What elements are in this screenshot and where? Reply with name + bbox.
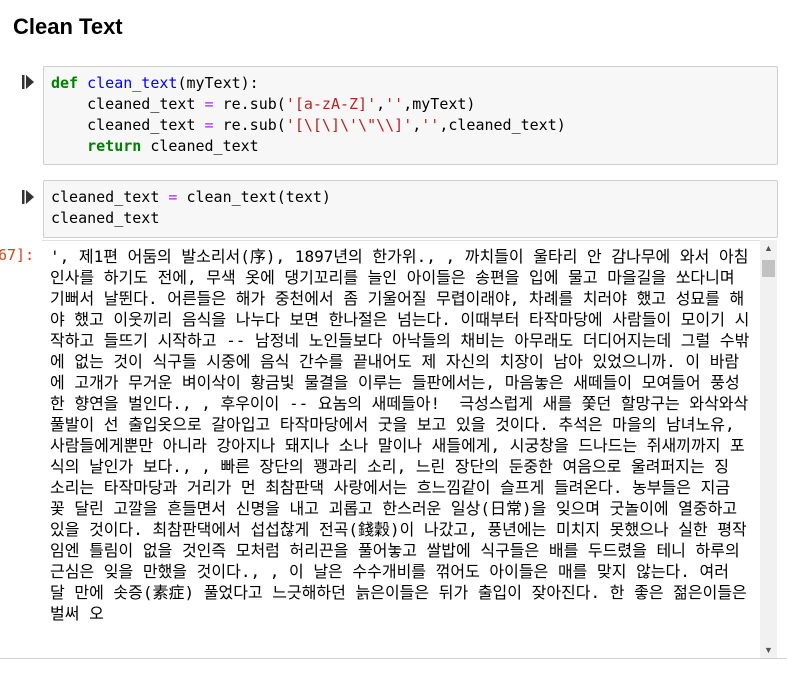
- page-title: Clean Text: [13, 14, 123, 39]
- code-text: ,: [412, 116, 422, 134]
- keyword-return: return: [51, 137, 142, 155]
- string-literal: '': [421, 116, 440, 134]
- scroll-up-arrow-icon[interactable]: ▲: [764, 243, 773, 253]
- string-literal: '': [385, 95, 404, 113]
- operator: =: [204, 95, 214, 113]
- code-text: clean_text(text): [177, 188, 331, 206]
- run-cell-icon[interactable]: [22, 75, 34, 92]
- code-text: cleaned_text: [51, 209, 160, 227]
- string-literal: '[a-zA-Z]': [285, 95, 377, 113]
- code-text: re.sub(: [213, 95, 286, 113]
- code-text: ,myText): [403, 95, 476, 113]
- code-text: (myText):: [177, 74, 259, 92]
- scroll-down-arrow-icon[interactable]: ▼: [764, 645, 773, 655]
- output-area: ', 제1편 어둠의 발소리서(序), 1897년의 한가위., , 까치들이 …: [42, 240, 762, 659]
- output-prompt: 67]:: [0, 246, 35, 264]
- output-text: ', 제1편 어둠의 발소리서(序), 1897년의 한가위., , 까치들이 …: [50, 247, 759, 623]
- string-literal: '[\[\]\'\"\\]': [285, 116, 413, 134]
- output-scrollbar[interactable]: ▲ ▼: [760, 240, 777, 658]
- operator: =: [204, 116, 214, 134]
- code-text: cleaned_text: [51, 188, 169, 206]
- code-input[interactable]: def clean_text(myText): cleaned_text = r…: [43, 66, 778, 165]
- function-name: clean_text: [87, 74, 178, 92]
- code-text: re.sub(: [213, 116, 286, 134]
- code-text: cleaned_text: [141, 137, 259, 155]
- code-text: ,: [376, 95, 386, 113]
- run-cell-icon[interactable]: [22, 190, 34, 207]
- scrollbar-thumb[interactable]: [762, 260, 775, 277]
- code-text: cleaned_text: [51, 116, 205, 134]
- keyword-def: def: [51, 74, 79, 92]
- code-input[interactable]: cleaned_text = clean_text(text) cleaned_…: [43, 180, 778, 238]
- code-text: ,cleaned_text): [439, 116, 566, 134]
- divider: [0, 658, 787, 659]
- code-text: cleaned_text: [51, 95, 205, 113]
